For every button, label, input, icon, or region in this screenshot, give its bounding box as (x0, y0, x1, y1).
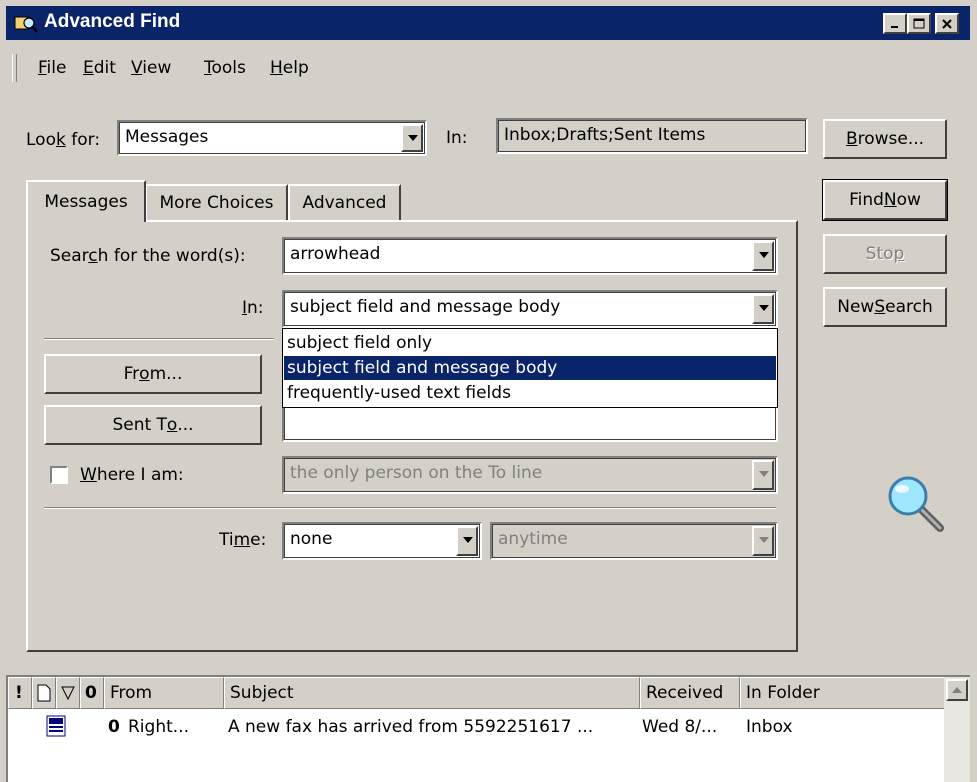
attachment-icon: 0 (85, 683, 97, 703)
flag-column-header[interactable] (56, 677, 80, 709)
search-words-value: arrowhead (290, 244, 381, 264)
in-folder-value: Inbox;Drafts;Sent Items (504, 125, 706, 145)
search-in-label: In: (242, 298, 264, 318)
advanced-find-app-icon (14, 16, 38, 33)
menu-file[interactable]: File (38, 58, 66, 78)
menu-help[interactable]: Help (270, 58, 309, 78)
where-i-am-checkbox[interactable] (50, 466, 68, 484)
in-folder-field: Inbox;Drafts;Sent Items (496, 118, 808, 154)
row-from: Right... (128, 717, 189, 737)
look-for-label: Look for: (26, 130, 101, 150)
where-i-am-label: Where I am: (80, 465, 184, 485)
in-folder-column-header[interactable]: In Folder (740, 677, 946, 709)
from-column-header[interactable]: From (104, 677, 224, 709)
look-for-dropdown-button[interactable] (401, 124, 423, 152)
time-select[interactable]: none (282, 522, 482, 560)
icon-column-header[interactable] (32, 677, 56, 709)
dropdown-option-selected[interactable]: subject field and message body (284, 356, 776, 380)
time-value: none (290, 529, 333, 549)
where-i-am-dropdown-button[interactable] (752, 460, 774, 490)
menu-bar: File Edit View Tools Help (10, 52, 970, 82)
separator (44, 338, 274, 340)
where-i-am-select[interactable]: the only person on the To line (282, 456, 778, 494)
importance-column-header[interactable]: ! (8, 677, 32, 709)
row-subject: A new fax has arrived from 5592251617 ..… (228, 717, 594, 737)
fax-icon (46, 715, 66, 737)
vertical-scrollbar[interactable] (944, 677, 970, 782)
received-column-header[interactable]: Received (640, 677, 740, 709)
tab-more-choices[interactable]: More Choices (145, 184, 288, 220)
search-in-dropdown-button[interactable] (752, 294, 774, 324)
subject-column-header[interactable]: Subject (224, 677, 640, 709)
row-folder: Inbox (746, 717, 793, 737)
search-in-dropdown-list: subject field only subject field and mes… (282, 328, 778, 408)
close-icon (942, 18, 952, 29)
separator (44, 507, 776, 509)
menu-tools[interactable]: Tools (204, 58, 246, 78)
row-attachment-icon: 0 (108, 717, 120, 737)
dropdown-option[interactable]: subject field only (284, 331, 776, 355)
from-button[interactable]: Fr o m... (44, 354, 262, 394)
browse-button[interactable]: Browse... (823, 119, 947, 159)
time-range-dropdown-button[interactable] (752, 526, 774, 556)
search-words-dropdown-button[interactable] (752, 241, 774, 271)
results-list: ! 0 From Subject Received In Folder 0 Ri… (6, 675, 970, 782)
menu-edit[interactable]: Edit (83, 58, 116, 78)
importance-icon: ! (15, 683, 23, 703)
flag-icon (61, 686, 75, 701)
close-button[interactable] (935, 13, 959, 34)
menu-view[interactable]: View (131, 58, 171, 78)
search-in-value: subject field and message body (290, 297, 561, 317)
search-words-input[interactable]: arrowhead (282, 237, 778, 275)
time-dropdown-button[interactable] (456, 526, 478, 556)
maximize-button[interactable] (907, 13, 931, 34)
find-now-button[interactable]: Find Now (822, 179, 948, 221)
magnifier-icon (888, 476, 944, 532)
attachment-column-header[interactable]: 0 (80, 677, 104, 709)
dropdown-option[interactable]: frequently-used text fields (284, 381, 776, 405)
advanced-find-window: Advanced Find File Edit View Tools Help … (0, 0, 977, 782)
sent-to-button[interactable]: Sent To... (44, 405, 262, 445)
title-bar[interactable]: Advanced Find (6, 6, 970, 40)
scroll-up-button[interactable] (946, 679, 968, 701)
time-range-value: anytime (498, 529, 568, 549)
sent-to-input[interactable] (282, 404, 778, 442)
tab-advanced[interactable]: Advanced (288, 184, 401, 220)
document-icon (37, 684, 51, 702)
search-for-label: Search for the word(s): (50, 246, 246, 266)
look-for-value: Messages (125, 127, 209, 147)
tab-messages[interactable]: Messages (26, 180, 146, 222)
maximize-icon (913, 18, 925, 28)
time-label: Time: (219, 530, 267, 550)
minimize-button[interactable] (883, 13, 907, 34)
in-folder-label: In: (446, 128, 468, 148)
search-in-select[interactable]: subject field and message body (282, 290, 778, 328)
time-range-select[interactable]: anytime (490, 522, 778, 560)
window-title: Advanced Find (44, 11, 181, 32)
row-received: Wed 8/... (642, 717, 718, 737)
menu-grip (12, 54, 17, 82)
where-i-am-value: the only person on the To line (290, 463, 543, 483)
look-for-select[interactable]: Messages (117, 120, 427, 156)
new-search-button[interactable]: New Search (823, 287, 947, 327)
stop-button[interactable]: Sto p (823, 234, 947, 274)
minimize-icon (891, 25, 898, 28)
